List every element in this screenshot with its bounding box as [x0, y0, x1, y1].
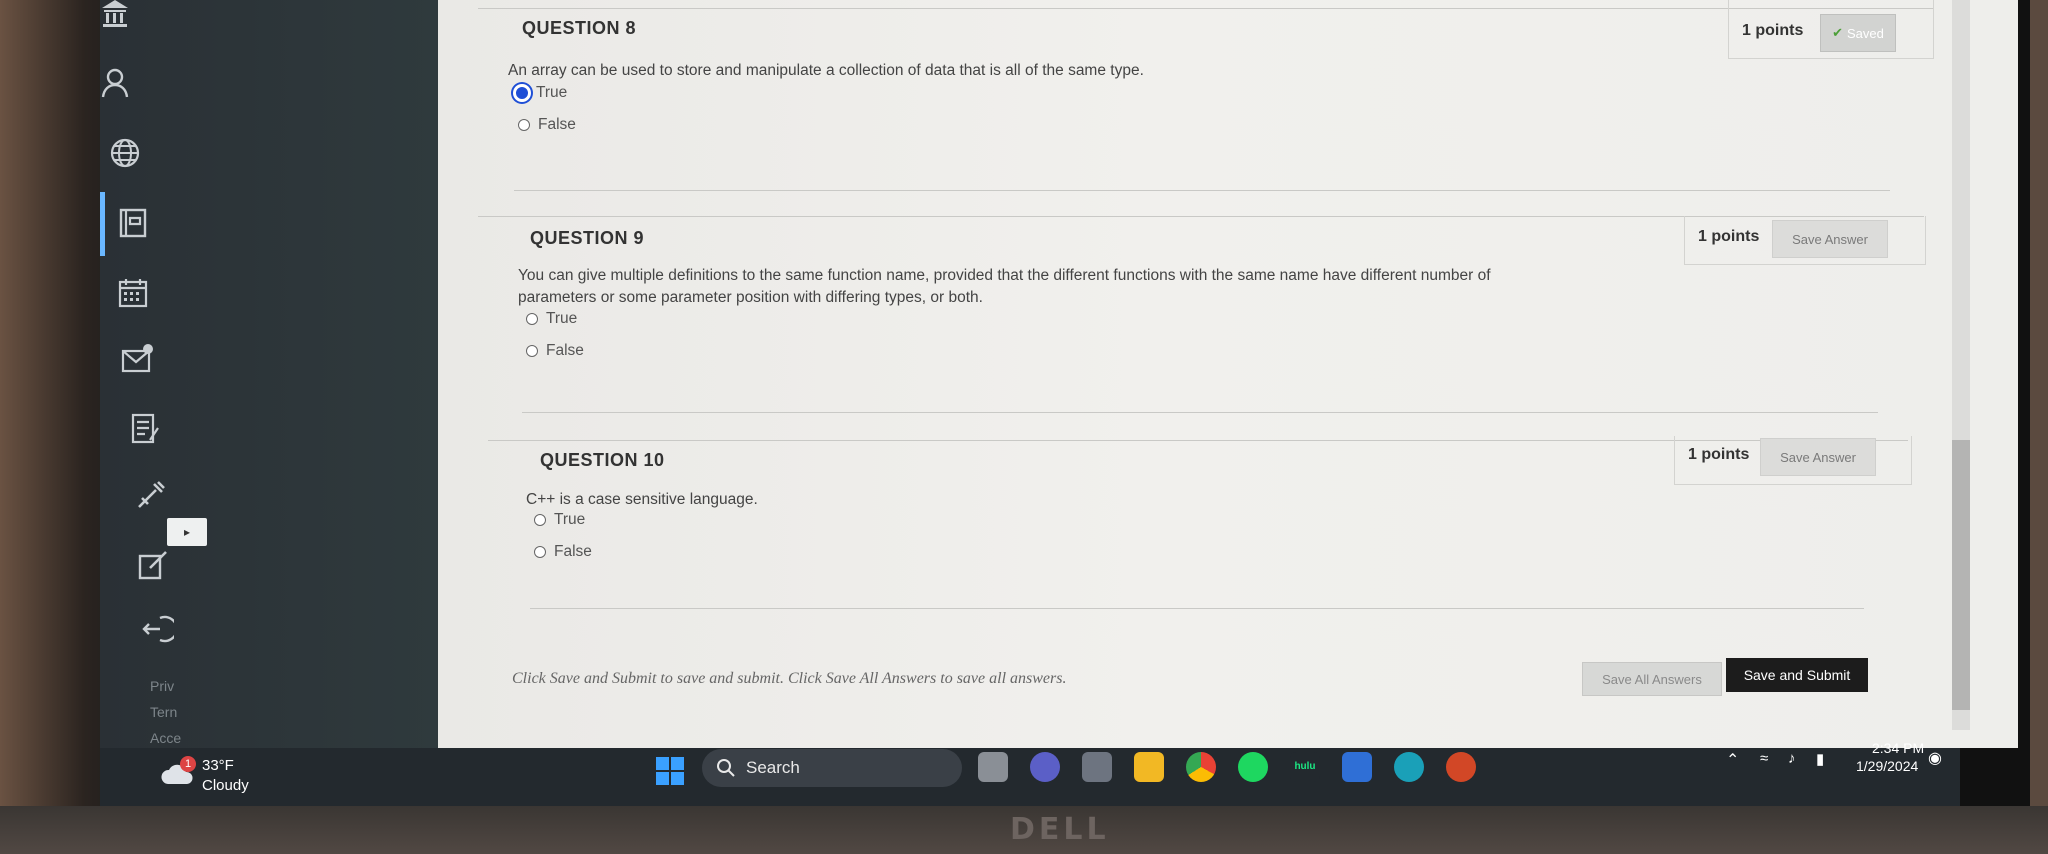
nav-active-indicator — [100, 192, 105, 256]
volume-icon[interactable]: ♪ — [1788, 750, 1796, 767]
question-9-option-false[interactable]: False — [526, 342, 584, 360]
submit-instructions: Click Save and Submit to save and submit… — [512, 670, 1067, 687]
question-divider — [530, 608, 1864, 609]
question-divider — [514, 190, 1890, 191]
taskbar-search[interactable]: Search — [702, 749, 962, 787]
profile-icon[interactable] — [98, 66, 138, 106]
question-10-save-answer-button[interactable]: Save Answer — [1760, 438, 1876, 476]
question-8-saved-button[interactable]: ✔ Saved — [1820, 14, 1896, 52]
question-10-option-false[interactable]: False — [534, 543, 592, 561]
calendar-icon[interactable] — [116, 276, 156, 316]
course-nav-sidebar — [100, 0, 440, 748]
option-label: False — [538, 116, 576, 133]
terms-link[interactable]: Tern — [150, 704, 177, 720]
search-icon — [717, 759, 735, 777]
radio-icon[interactable] — [534, 514, 546, 526]
dell-logo: DELL — [1010, 812, 1110, 847]
file-explorer-icon[interactable] — [1134, 752, 1164, 782]
tools-icon[interactable] — [134, 478, 174, 518]
spotify-icon[interactable] — [1238, 752, 1268, 782]
app-icon[interactable] — [1394, 752, 1424, 782]
question-8-option-false[interactable]: False — [518, 116, 576, 134]
weather-alert-badge: 1 — [180, 756, 196, 772]
windows-taskbar — [100, 748, 1960, 806]
radio-icon[interactable] — [526, 345, 538, 357]
wifi-icon[interactable]: ≈ — [1760, 750, 1768, 767]
question-divider — [478, 8, 1934, 9]
option-label: False — [546, 342, 584, 359]
weather-condition[interactable]: Cloudy — [202, 777, 249, 794]
question-9-save-answer-button[interactable]: Save Answer — [1772, 220, 1888, 258]
question-9-points: 1 points — [1698, 228, 1760, 245]
question-10-option-true[interactable]: True — [534, 511, 585, 529]
sign-out-icon[interactable] — [140, 612, 180, 652]
task-view-icon[interactable] — [978, 752, 1008, 782]
radio-icon[interactable] — [534, 546, 546, 558]
calendar-app-icon[interactable] — [1342, 752, 1372, 782]
teams-chat-icon[interactable] — [1030, 752, 1060, 782]
courses-icon[interactable] — [116, 206, 156, 246]
question-8-option-true[interactable]: True — [516, 84, 567, 102]
privacy-link[interactable]: Priv — [150, 678, 174, 694]
grades-icon[interactable] — [128, 412, 168, 452]
edit-icon[interactable] — [136, 548, 176, 588]
question-8-text: An array can be used to store and manipu… — [508, 62, 1144, 79]
institution-icon[interactable] — [98, 0, 138, 36]
weather-temperature[interactable]: 33°F — [202, 757, 234, 774]
accessibility-link[interactable]: Acce — [150, 730, 181, 746]
question-10-points: 1 points — [1688, 446, 1750, 463]
messages-icon[interactable] — [120, 342, 160, 382]
question-8-title: QUESTION 8 — [522, 18, 637, 38]
store-icon[interactable] — [1082, 752, 1112, 782]
question-10-title: QUESTION 10 — [540, 450, 665, 470]
question-8-points: 1 points — [1742, 22, 1804, 39]
radio-selected-icon[interactable] — [516, 87, 528, 99]
chrome-icon[interactable] — [1186, 752, 1216, 782]
question-9-text-line2: parameters or some parameter position wi… — [518, 289, 983, 306]
question-10-text: C++ is a case sensitive language. — [526, 491, 758, 508]
saved-label: Saved — [1847, 25, 1884, 41]
check-icon: ✔ — [1832, 25, 1844, 40]
option-label: False — [554, 543, 592, 560]
save-all-answers-button[interactable]: Save All Answers — [1582, 662, 1722, 696]
option-label: True — [554, 511, 586, 528]
scrollbar-thumb[interactable] — [1952, 440, 1970, 710]
question-divider — [522, 412, 1878, 413]
expand-panel-button[interactable]: ▸ — [167, 518, 207, 546]
question-9-title: QUESTION 9 — [530, 228, 645, 248]
powerpoint-icon[interactable] — [1446, 752, 1476, 782]
option-label: True — [536, 84, 568, 101]
battery-icon[interactable]: ▮ — [1816, 750, 1824, 768]
windows-start-icon[interactable] — [655, 756, 685, 786]
search-label: Search — [746, 758, 800, 777]
clock-date[interactable]: 1/29/2024 — [1856, 758, 1918, 774]
radio-icon[interactable] — [518, 119, 530, 131]
test-content-page — [438, 0, 2018, 748]
radio-icon[interactable] — [526, 313, 538, 325]
save-and-submit-button[interactable]: Save and Submit — [1726, 658, 1868, 692]
notification-bell-icon[interactable]: ◉ — [1928, 748, 1942, 768]
option-label: True — [546, 310, 578, 327]
question-9-text-line1: You can give multiple definitions to the… — [518, 267, 1491, 284]
chevron-up-icon[interactable]: ⌃ — [1726, 750, 1739, 770]
hulu-icon[interactable]: hulu — [1290, 752, 1320, 782]
question-9-option-true[interactable]: True — [526, 310, 577, 328]
clock-time[interactable]: 2:34 PM — [1872, 740, 1924, 756]
globe-icon[interactable] — [108, 136, 148, 176]
